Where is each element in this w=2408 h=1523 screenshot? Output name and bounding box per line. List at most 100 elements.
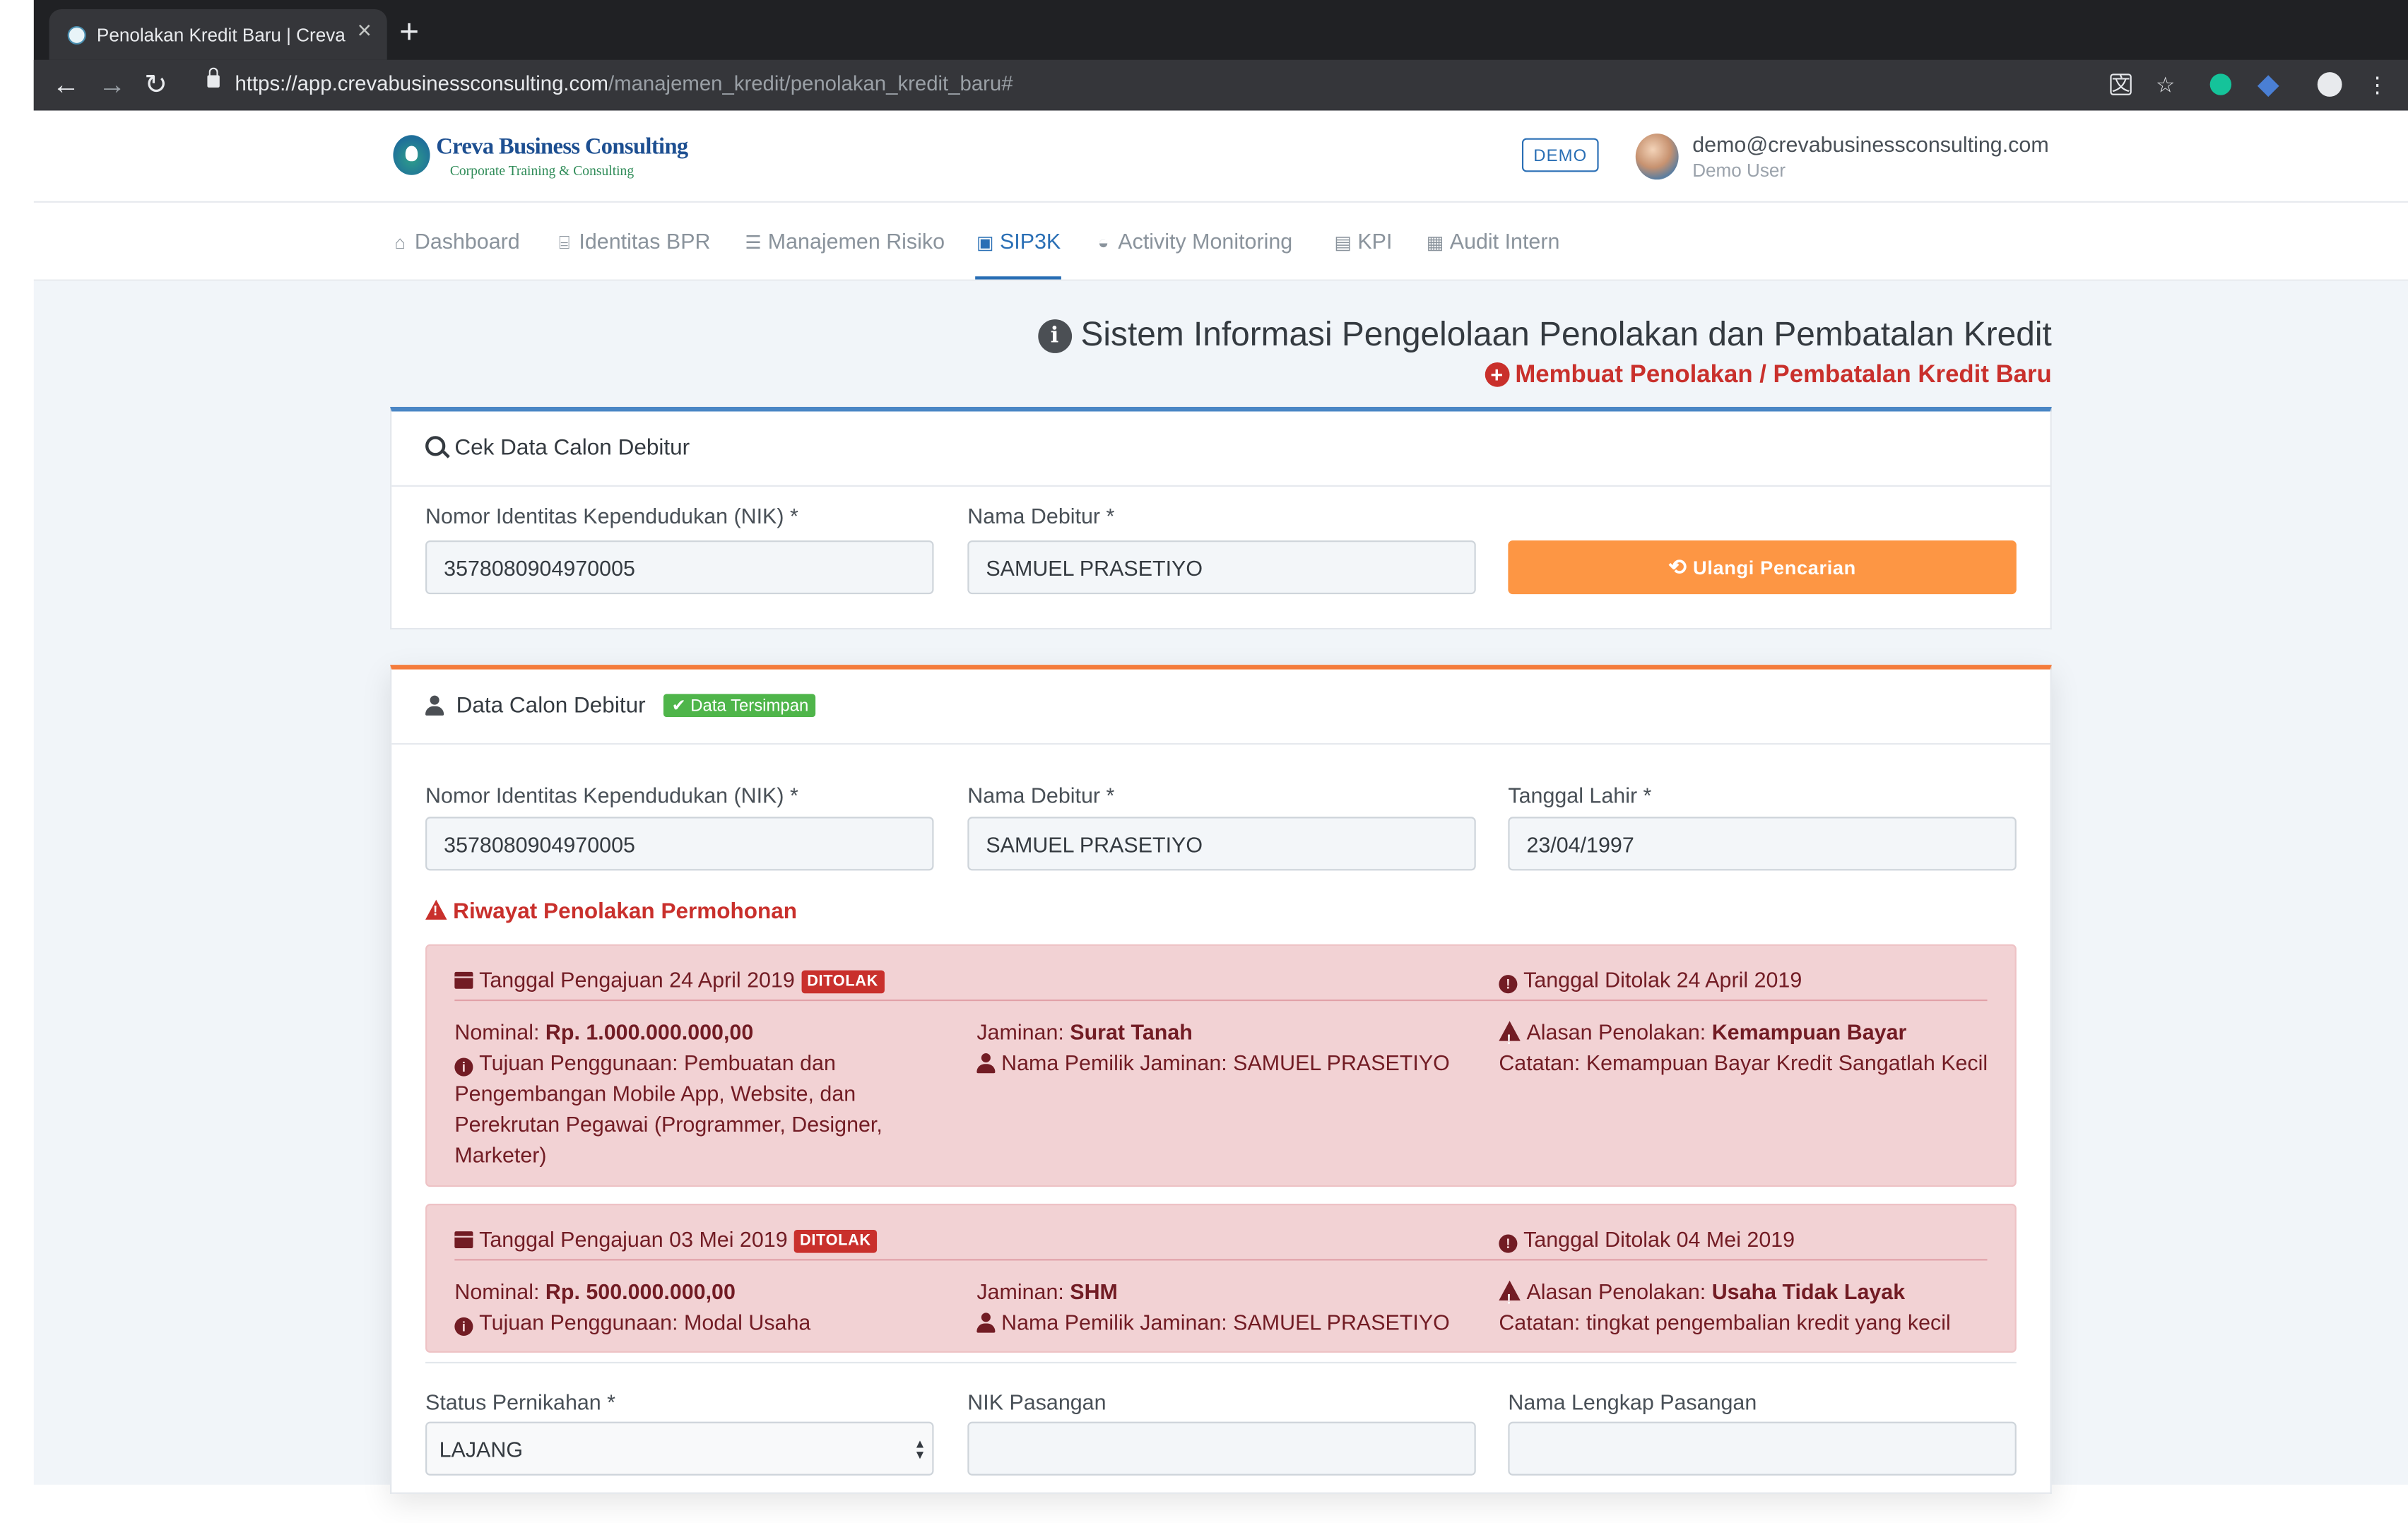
browser-chrome: Penolakan Kredit Baru | Creva B × + ← → … xyxy=(33,0,2408,111)
rejection-record: Tanggal Pengajuan 24 April 2019 DITOLAK !… xyxy=(425,944,2017,1187)
user-icon xyxy=(976,1053,996,1074)
menu-item-sip3k[interactable]: ▣ SIP3K xyxy=(975,229,1061,280)
user-email[interactable]: demo@crevabusinessconsulting.com xyxy=(1692,132,2048,157)
nominal-value: Rp. 1.000.000.000,00 xyxy=(545,1019,754,1044)
calendar-check-icon: ▦ xyxy=(1426,232,1444,254)
collateral-row: Jaminan: SHM xyxy=(976,1276,1468,1306)
note-row: Catatan: tingkat pengembalian kredit yan… xyxy=(1499,1309,1951,1334)
card-header: Cek Data Calon Debitur xyxy=(391,411,2050,487)
purpose-text: Tujuan Penggunaan: Modal Usaha xyxy=(479,1309,811,1334)
marital-status-value: LAJANG xyxy=(439,1437,524,1462)
collateral-label: Jaminan: xyxy=(976,1019,1064,1044)
debtor-name-field[interactable]: SAMUEL PRASETIYO xyxy=(967,817,1476,871)
rejection-date-text: Tanggal Ditolak 04 Mei 2019 xyxy=(1523,1226,1795,1252)
exclamation-circle-icon: ! xyxy=(1499,1234,1518,1253)
tab-title: Penolakan Kredit Baru | Creva B xyxy=(96,24,350,47)
menu-item-manajemen-risiko[interactable]: ☰ Manajemen Risiko xyxy=(743,229,945,280)
collateral-row: Jaminan: Surat Tanah xyxy=(976,1017,1468,1047)
birth-date-field[interactable]: 23/04/1997 xyxy=(1508,817,2017,871)
search-icon xyxy=(425,436,450,458)
divider xyxy=(454,1259,1988,1261)
rejection-history-title: Riwayat Penolakan Permohonan xyxy=(425,899,797,924)
nominal-value: Rp. 500.000.000,00 xyxy=(545,1279,736,1304)
tab-close-icon[interactable]: × xyxy=(358,18,372,46)
debtor-data-card: Data Calon Debitur ✔ Data Tersimpan Nomor… xyxy=(390,665,2052,1494)
note-row: Catatan: Kemampuan Bayar Kredit Sangatla… xyxy=(1499,1050,1988,1075)
app-root: Penolakan Kredit Baru | Creva B × + ← → … xyxy=(0,0,2408,1523)
menu-item-label: Manajemen Risiko xyxy=(767,228,945,254)
submission-date-text: Tanggal Pengajuan 24 April 2019 xyxy=(479,967,795,992)
status-badge: DITOLAK xyxy=(793,1229,878,1253)
user-icon xyxy=(425,695,444,716)
loan-details: Nominal: Rp. 500.000.000,00 i Tujuan Peng… xyxy=(454,1276,899,1337)
browser-tab[interactable]: Penolakan Kredit Baru | Creva B × xyxy=(49,9,387,60)
translate-icon[interactable]: 文 xyxy=(2110,73,2132,95)
marital-status-label: Status Pernikahan * xyxy=(425,1389,616,1414)
avatar[interactable] xyxy=(1635,134,1679,180)
debtor-name-label: Nama Debitur * xyxy=(967,503,1115,528)
collateral-details: Jaminan: SHM Nama Pemilik Jaminan: SAMUE… xyxy=(976,1276,1468,1337)
back-icon[interactable]: ← xyxy=(52,69,80,100)
card-title: Data Calon Debitur ✔ Data Tersimpan xyxy=(425,694,817,718)
reload-icon[interactable]: ↻ xyxy=(144,69,167,100)
collateral-owner-row: Nama Pemilik Jaminan: SAMUEL PRASETIYO xyxy=(976,1307,1468,1337)
submission-date: Tanggal Pengajuan 03 Mei 2019 DITOLAK xyxy=(454,1227,878,1253)
rejection-date-text: Tanggal Ditolak 24 April 2019 xyxy=(1523,967,1802,992)
menu-item-activity-monitoring[interactable]: ◒ Activity Monitoring xyxy=(1094,228,1293,280)
nominal-row: Nominal: Rp. 1.000.000.000,00 xyxy=(454,1017,899,1047)
menu-item-label: Activity Monitoring xyxy=(1118,228,1293,254)
spouse-nik-field[interactable] xyxy=(967,1421,1476,1476)
collateral-details: Jaminan: Surat Tanah Nama Pemilik Jamina… xyxy=(976,1017,1468,1078)
rejection-record: Tanggal Pengajuan 03 Mei 2019 DITOLAK ! Ta… xyxy=(425,1204,2017,1353)
menu-kebab-icon[interactable]: ⋮ xyxy=(2365,72,2390,97)
collateral-owner-row: Nama Pemilik Jaminan: SAMUEL PRASETIYO xyxy=(976,1047,1468,1077)
reason-label: Alasan Penolakan: xyxy=(1526,1279,1706,1304)
card-title-text: Cek Data Calon Debitur xyxy=(454,436,690,461)
url-path: /manajemen_kredit/penolakan_kredit_baru# xyxy=(608,72,1013,95)
demo-badge: DEMO xyxy=(1521,138,1599,172)
menu-item-label: Identitas BPR xyxy=(579,228,711,254)
collateral-value: SHM xyxy=(1070,1279,1118,1304)
repeat-search-label: Ulangi Pencarian xyxy=(1693,557,1856,579)
url-host: https://app.crevabusinessconsulting.com xyxy=(235,72,609,95)
extension-icon[interactable] xyxy=(2256,73,2281,98)
warning-icon xyxy=(425,899,447,920)
card-title: Cek Data Calon Debitur xyxy=(425,436,690,461)
nik-field[interactable]: 3578080904970005 xyxy=(425,540,934,595)
page-title: i Sistem Informasi Pengelolaan Penolakan … xyxy=(1037,315,2052,355)
forward-icon[interactable]: → xyxy=(98,69,126,100)
grammarly-icon[interactable] xyxy=(2209,73,2232,95)
menu-item-identitas-bpr[interactable]: ⌸ Identitas BPR xyxy=(555,229,711,280)
select-arrows-icon: ▲ ▼ xyxy=(914,1437,926,1462)
brand-logo[interactable]: Creva Business Consulting Corporate Trai… xyxy=(393,132,688,182)
address-bar[interactable]: https://app.crevabusinessconsulting.com/… xyxy=(235,72,1013,95)
info-circle-icon: i xyxy=(454,1317,473,1336)
marital-status-select[interactable]: LAJANG ▲ ▼ xyxy=(425,1421,934,1476)
status-badge: DITOLAK xyxy=(801,970,885,994)
nik-label: Nomor Identitas Kependudukan (NIK) * xyxy=(425,783,798,808)
nik-field[interactable]: 3578080904970005 xyxy=(425,817,934,871)
exclamation-circle-icon: ! xyxy=(1499,975,1518,994)
profile-icon[interactable] xyxy=(2317,72,2342,97)
saved-badge: ✔ Data Tersimpan xyxy=(663,694,817,718)
favicon-icon xyxy=(67,25,86,45)
rejection-details: Alasan Penolakan: Usaha Tidak Layak Cata… xyxy=(1499,1276,2005,1337)
lock-icon xyxy=(207,67,220,88)
spouse-name-label: Nama Lengkap Pasangan xyxy=(1508,1389,1757,1414)
menu-item-label: Dashboard xyxy=(414,228,520,254)
menu-item-dashboard[interactable]: ⌂ Dashboard xyxy=(390,228,520,280)
spouse-name-field[interactable] xyxy=(1508,1421,2017,1476)
menu-item-label: KPI xyxy=(1357,228,1393,254)
purpose-row: i Tujuan Penggunaan: Modal Usaha xyxy=(454,1307,899,1337)
home-icon: ⌂ xyxy=(394,232,406,254)
saved-badge-text: Data Tersimpan xyxy=(690,697,809,716)
rejection-date: ! Tanggal Ditolak 24 April 2019 xyxy=(1499,967,1802,994)
bookmark-star-icon[interactable]: ☆ xyxy=(2153,72,2178,97)
repeat-search-button[interactable]: ⟲ Ulangi Pencarian xyxy=(1508,540,2017,595)
menu-item-audit-intern[interactable]: ▦ Audit Intern xyxy=(1425,229,1560,280)
new-tab-icon[interactable]: + xyxy=(399,13,419,51)
menu-item-kpi[interactable]: ▤ KPI xyxy=(1333,228,1393,280)
debtor-name-field[interactable]: SAMUEL PRASETIYO xyxy=(967,540,1476,595)
birth-date-label: Tanggal Lahir * xyxy=(1508,783,1652,808)
collateral-value: Surat Tanah xyxy=(1070,1019,1193,1044)
